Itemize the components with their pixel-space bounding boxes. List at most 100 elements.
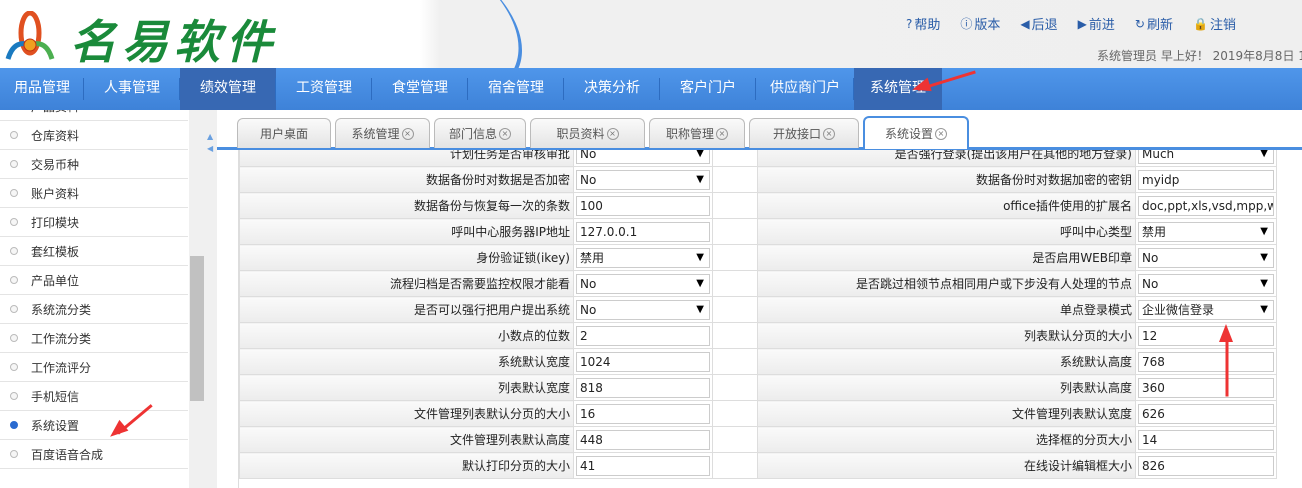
chevron-down-icon[interactable]: ▼ (1260, 301, 1268, 319)
chevron-down-icon[interactable]: ▼ (696, 171, 704, 189)
text-field[interactable]: 41 (576, 455, 710, 476)
close-icon[interactable]: × (499, 127, 511, 140)
sidebar-item[interactable]: 打印模块 (0, 208, 188, 237)
tab-2[interactable]: 部门信息 × (434, 118, 526, 148)
sidebar-item[interactable]: 账户资料 (0, 179, 188, 208)
nav-item-5[interactable]: 宿舍管理 (468, 68, 564, 110)
sidebar-item[interactable]: 手机短信 (0, 382, 188, 411)
close-icon[interactable]: × (716, 127, 728, 140)
nav-item-0[interactable]: 用品管理 (0, 68, 84, 110)
nav-item-8[interactable]: 供应商门户 (756, 68, 854, 110)
tab-0[interactable]: 用户桌面 (237, 118, 331, 148)
sidebar-item[interactable]: 系统流分类 (0, 295, 188, 324)
tab-1[interactable]: 系统管理 × (335, 118, 430, 148)
nav-item-3[interactable]: 工资管理 (276, 68, 372, 110)
field-value: 禁用 (580, 250, 605, 265)
sidebar-item-label: 工作流分类 (31, 331, 92, 346)
spacer-cell (712, 218, 758, 245)
text-field[interactable]: myidp (1138, 169, 1274, 190)
sidebar-item[interactable]: 工作流评分 (0, 353, 188, 382)
chevron-down-icon[interactable]: ▼ (696, 275, 704, 293)
text-field[interactable]: 16 (576, 403, 710, 424)
text-field[interactable]: 826 (1138, 455, 1274, 476)
field-value: doc,ppt,xls,vsd,mpp,wps (1142, 198, 1273, 213)
sidebar-item[interactable]: 产品单位 (0, 266, 188, 295)
sidebar-item[interactable]: 仓库资料 (0, 121, 188, 150)
text-field[interactable]: 127.0.0.1 (576, 221, 710, 242)
text-field[interactable]: 768 (1138, 351, 1274, 372)
nav-item-7[interactable]: 客户门户 (660, 68, 756, 110)
text-field[interactable]: 2 (576, 325, 710, 346)
tab-3[interactable]: 职员资料 × (530, 118, 645, 148)
text-field[interactable]: 448 (576, 429, 710, 450)
toplink-forward[interactable]: ▶ 前进 (1078, 14, 1115, 34)
chevron-down-icon[interactable]: ▼ (696, 301, 704, 319)
spacer-cell (712, 322, 758, 349)
select-field[interactable]: 禁用 ▼ (1138, 221, 1274, 242)
close-icon[interactable]: × (823, 127, 835, 140)
sidebar-item[interactable]: 产品资料 (0, 110, 188, 121)
text-field[interactable]: 100 (576, 195, 710, 216)
toplink-info[interactable]: ⓘ 版本 (960, 14, 1000, 33)
text-field[interactable]: doc,ppt,xls,vsd,mpp,wps (1138, 195, 1274, 216)
chevron-down-icon[interactable]: ▼ (1260, 223, 1268, 241)
toplink-lock[interactable]: 🔒 注销 (1193, 14, 1236, 34)
select-field[interactable]: No ▼ (576, 273, 710, 294)
value-cell: 2 (573, 322, 713, 349)
select-field[interactable]: No ▼ (576, 169, 710, 190)
text-field[interactable]: 626 (1138, 403, 1274, 424)
toplink-help[interactable]: ? 帮助 (906, 14, 940, 34)
sidebar-item[interactable]: 交易币种 (0, 150, 188, 179)
sidebar-item[interactable]: 套红模板 (0, 237, 188, 266)
nav-item-2[interactable]: 绩效管理 (180, 68, 276, 110)
value-cell: No ▼ (573, 166, 713, 193)
text-field[interactable]: 14 (1138, 429, 1274, 450)
table-row: 列表默认宽度 818 列表默认高度 360 (239, 374, 1277, 401)
field-value: No (1142, 276, 1159, 291)
collapse-up-icon[interactable]: ▲ (207, 132, 213, 141)
close-icon[interactable]: × (935, 127, 947, 140)
chevron-down-icon[interactable]: ▼ (1260, 150, 1268, 163)
chevron-down-icon[interactable]: ▼ (1260, 275, 1268, 293)
sidebar: 产品资料仓库资料交易币种账户资料打印模块套红模板产品单位系统流分类工作流分类工作… (0, 110, 205, 488)
select-field[interactable]: No ▼ (1138, 247, 1274, 268)
select-field[interactable]: No ▼ (1138, 273, 1274, 294)
scrollbar-thumb[interactable] (190, 256, 204, 401)
select-field[interactable]: 企业微信登录 ▼ (1138, 299, 1274, 320)
field-value: myidp (1142, 172, 1180, 187)
sidebar-item[interactable]: 工作流分类 (0, 324, 188, 353)
chevron-down-icon[interactable]: ▼ (696, 150, 704, 163)
sidebar-scrollbar[interactable] (189, 110, 205, 488)
text-field[interactable]: 818 (576, 377, 710, 398)
text-field[interactable]: 1024 (576, 351, 710, 372)
chevron-down-icon[interactable]: ▼ (696, 249, 704, 267)
setting-label: 是否强行登录(提出该用户在其他的地方登录) (757, 150, 1136, 167)
tab-4[interactable]: 职称管理 × (649, 118, 745, 148)
select-field[interactable]: Much ▼ (1138, 150, 1274, 164)
tab-6[interactable]: 系统设置 × (863, 116, 969, 149)
table-row: 是否可以强行把用户提出系统 No ▼ 单点登录模式 企业微信登录 ▼ (239, 296, 1277, 323)
toplink-refresh[interactable]: ↻ 刷新 (1135, 14, 1173, 34)
collapse-gutter[interactable]: ▲ ◀ (205, 110, 217, 488)
spacer-cell (712, 400, 758, 427)
tab-5[interactable]: 开放接口 × (749, 118, 859, 148)
select-field[interactable]: No ▼ (576, 150, 710, 164)
sidebar-item[interactable]: 系统设置 (0, 411, 188, 440)
text-field[interactable]: 360 (1138, 377, 1274, 398)
spacer-cell (712, 166, 758, 193)
collapse-left-icon[interactable]: ◀ (207, 144, 213, 153)
chevron-down-icon[interactable]: ▼ (1260, 249, 1268, 267)
header: 名易软件 ? 帮助 ⓘ 版本 ◀ 后退 ▶ 前进 ↻ 刷新 🔒 注销 系统管理员 早上好！ 2019年… (0, 0, 1302, 68)
nav-item-1[interactable]: 人事管理 (84, 68, 180, 110)
nav-item-4[interactable]: 食堂管理 (372, 68, 468, 110)
toplink-back[interactable]: ◀ 后退 (1020, 14, 1057, 34)
sidebar-item[interactable]: 百度语音合成 (0, 440, 188, 469)
spacer-cell (712, 426, 758, 453)
close-icon[interactable]: × (606, 127, 619, 140)
nav-item-6[interactable]: 决策分析 (564, 68, 660, 110)
select-field[interactable]: 禁用 ▼ (576, 247, 710, 268)
bullet-icon (10, 450, 18, 458)
select-field[interactable]: No ▼ (576, 299, 710, 320)
text-field[interactable]: 12 (1138, 325, 1274, 346)
close-icon[interactable]: × (401, 127, 414, 140)
